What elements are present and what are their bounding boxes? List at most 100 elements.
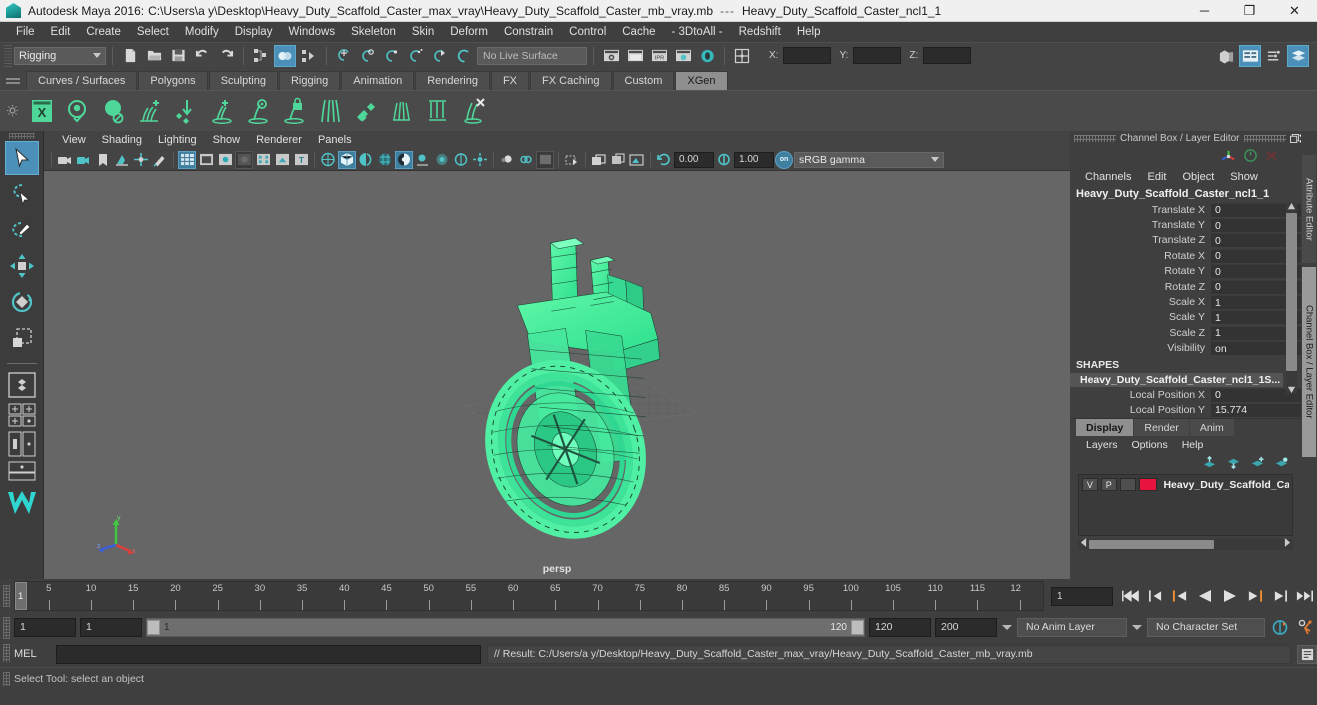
xgen-disable-description-icon[interactable] <box>98 94 130 128</box>
viewport-snapshot-icon[interactable] <box>590 151 608 169</box>
channel-row[interactable]: Rotate X0 <box>1070 248 1301 263</box>
go-to-end-icon[interactable] <box>1294 586 1316 606</box>
xray-toggle-icon[interactable] <box>273 151 291 169</box>
xgen-delete-icon[interactable] <box>458 94 490 128</box>
step-forward-frame-icon[interactable] <box>1244 586 1266 606</box>
undo-icon[interactable] <box>191 45 213 67</box>
auto-keyframe-toggle-icon[interactable] <box>1269 617 1291 637</box>
delete-history-icon[interactable] <box>1264 148 1279 166</box>
rotate-tool[interactable] <box>5 285 39 319</box>
show-hide-modeling-toolkit-icon[interactable] <box>1215 45 1237 67</box>
select-by-hierarchy-icon[interactable] <box>250 45 272 67</box>
channel-row[interactable]: Translate X0 <box>1070 202 1301 217</box>
coord-y-input[interactable] <box>853 47 902 64</box>
layer-tab-display[interactable]: Display <box>1076 419 1134 437</box>
lasso-tool[interactable] <box>5 177 39 211</box>
anim-start-time-input[interactable]: 1 <box>14 617 76 637</box>
textured-shading-icon[interactable] <box>376 151 394 169</box>
channel-box-scroll-thumb[interactable] <box>1286 213 1297 371</box>
color-management-toggle[interactable]: on <box>775 150 793 169</box>
step-back-keyframe-icon[interactable] <box>1144 586 1166 606</box>
shaded-wireframe-icon[interactable] <box>357 151 375 169</box>
bookmark-icon[interactable] <box>94 151 112 169</box>
new-layer-from-selected-icon[interactable] <box>1274 456 1289 472</box>
select-by-object-type-icon[interactable] <box>274 44 296 67</box>
save-scene-icon[interactable] <box>167 45 189 67</box>
shelf-tab-fx[interactable]: FX <box>490 71 530 90</box>
shape-node-name[interactable]: Heavy_Duty_Scaffold_Caster_ncl1_1S... <box>1070 372 1283 387</box>
range-slider-grip[interactable] <box>3 617 10 639</box>
shelf-tab-animation[interactable]: Animation <box>341 71 415 90</box>
layer-name[interactable]: Heavy_Duty_Scaffold_Ca <box>1163 479 1289 491</box>
shape-attr-local-position-y-value[interactable]: 15.774 <box>1211 402 1301 417</box>
character-set-select[interactable]: No Character Set <box>1147 617 1265 637</box>
live-surface-field[interactable]: No Live Surface <box>477 46 587 65</box>
xgen-lock-icon[interactable] <box>278 94 310 128</box>
help-line-grip[interactable] <box>3 672 10 686</box>
new-scene-icon[interactable] <box>119 45 141 67</box>
undock-panel-icon[interactable] <box>1289 132 1299 145</box>
snap-to-view-plane-icon[interactable] <box>429 45 451 67</box>
scale-tool[interactable] <box>5 321 39 355</box>
channel-box-menu-show[interactable]: Show <box>1223 170 1265 184</box>
channel-row[interactable]: Translate Y0 <box>1070 217 1301 233</box>
menu-file[interactable]: File <box>8 24 43 40</box>
image-plane-icon[interactable] <box>113 151 131 169</box>
layer-tab-render[interactable]: Render <box>1134 419 1189 437</box>
gate-mask-icon[interactable] <box>235 150 253 169</box>
xgen-add-collection-icon[interactable] <box>206 94 238 128</box>
layer-menu-options[interactable]: Options <box>1126 438 1174 452</box>
xgen-guides-icon[interactable] <box>314 94 346 128</box>
channel-box-menu-edit[interactable]: Edit <box>1140 170 1173 184</box>
close-button[interactable]: ✕ <box>1272 0 1317 21</box>
select-by-component-type-icon[interactable] <box>298 45 320 67</box>
text-overlay-icon[interactable]: T <box>292 151 310 169</box>
viewport-layout-two-horizontal-icon[interactable] <box>6 460 38 482</box>
range-slider[interactable]: 1 120 <box>146 617 865 637</box>
move-layer-down-icon[interactable] <box>1226 456 1241 472</box>
step-forward-keyframe-icon[interactable] <box>1269 586 1291 606</box>
viewport-menu-renderer[interactable]: Renderer <box>248 133 310 147</box>
shelf-tab-fx-caching[interactable]: FX Caching <box>530 71 612 90</box>
camera-attributes-icon[interactable] <box>75 151 93 169</box>
scroll-left-icon[interactable] <box>1078 538 1089 550</box>
menu-control[interactable]: Control <box>561 24 614 40</box>
manipulator-axes-icon[interactable] <box>1220 148 1237 166</box>
layer-display-mode-toggle[interactable] <box>1119 478 1136 492</box>
channel-row[interactable]: Translate Z0 <box>1070 233 1301 248</box>
snap-to-projected-center-icon[interactable] <box>405 45 427 67</box>
move-tool[interactable] <box>5 249 39 283</box>
xgen-editor-icon[interactable]: X <box>26 94 58 128</box>
xgen-add-grooming-icon[interactable] <box>134 94 166 128</box>
coord-z-input[interactable] <box>923 47 972 64</box>
paint-selection-tool[interactable] <box>5 213 39 247</box>
xgen-create-description-icon[interactable] <box>62 94 94 128</box>
grease-pencil-icon[interactable] <box>151 151 169 169</box>
viewport-menu-show[interactable]: Show <box>205 133 249 147</box>
range-end-handle[interactable] <box>851 619 864 635</box>
play-backwards-icon[interactable] <box>1194 586 1216 606</box>
speed-dial-icon[interactable] <box>1243 148 1258 166</box>
show-hide-attribute-editor-icon[interactable] <box>1239 44 1261 67</box>
dock-tab-channel-box-layer-editor[interactable]: Channel Box / Layer Editor <box>1302 267 1316 457</box>
menu-skeleton[interactable]: Skeleton <box>343 24 404 40</box>
grid-toggle-icon[interactable] <box>178 150 196 169</box>
exposure-reset-icon[interactable] <box>655 151 673 169</box>
menu-display[interactable]: Display <box>227 24 281 40</box>
render-sequence-icon[interactable] <box>624 45 646 67</box>
channel-row[interactable]: Scale Z1 <box>1070 325 1301 340</box>
exposure-toggle-icon[interactable] <box>254 151 272 169</box>
dock-tab-attribute-editor[interactable]: Attribute Editor <box>1302 155 1316 263</box>
anim-end-time-input[interactable]: 200 <box>935 617 997 637</box>
layer-scroll-thumb[interactable] <box>1089 539 1214 549</box>
render-settings-icon[interactable] <box>672 45 694 67</box>
ipr-render-icon[interactable]: IPR <box>648 45 670 67</box>
viewport-layout-two-vertical-icon[interactable] <box>6 430 38 458</box>
menu-edit[interactable]: Edit <box>43 24 79 40</box>
hypershade-icon[interactable] <box>696 45 718 67</box>
xgen-preview-icon[interactable] <box>242 94 274 128</box>
shelf-tab-rigging[interactable]: Rigging <box>278 71 341 90</box>
time-slider-grip[interactable] <box>3 585 10 607</box>
new-layer-icon[interactable] <box>1250 456 1265 472</box>
channel-row[interactable]: Scale X1 <box>1070 294 1301 310</box>
